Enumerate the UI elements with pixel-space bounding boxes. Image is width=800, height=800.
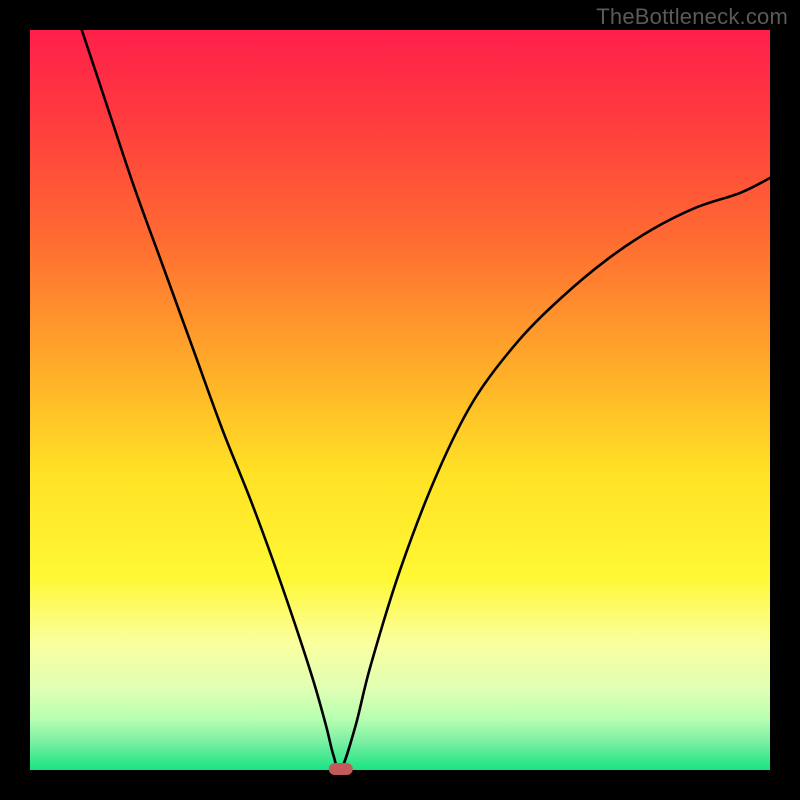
gradient-background	[30, 30, 770, 770]
chart-frame: TheBottleneck.com	[0, 0, 800, 800]
optimal-point-marker	[329, 763, 353, 775]
bottleneck-plot	[0, 0, 800, 800]
watermark-text: TheBottleneck.com	[596, 4, 788, 30]
